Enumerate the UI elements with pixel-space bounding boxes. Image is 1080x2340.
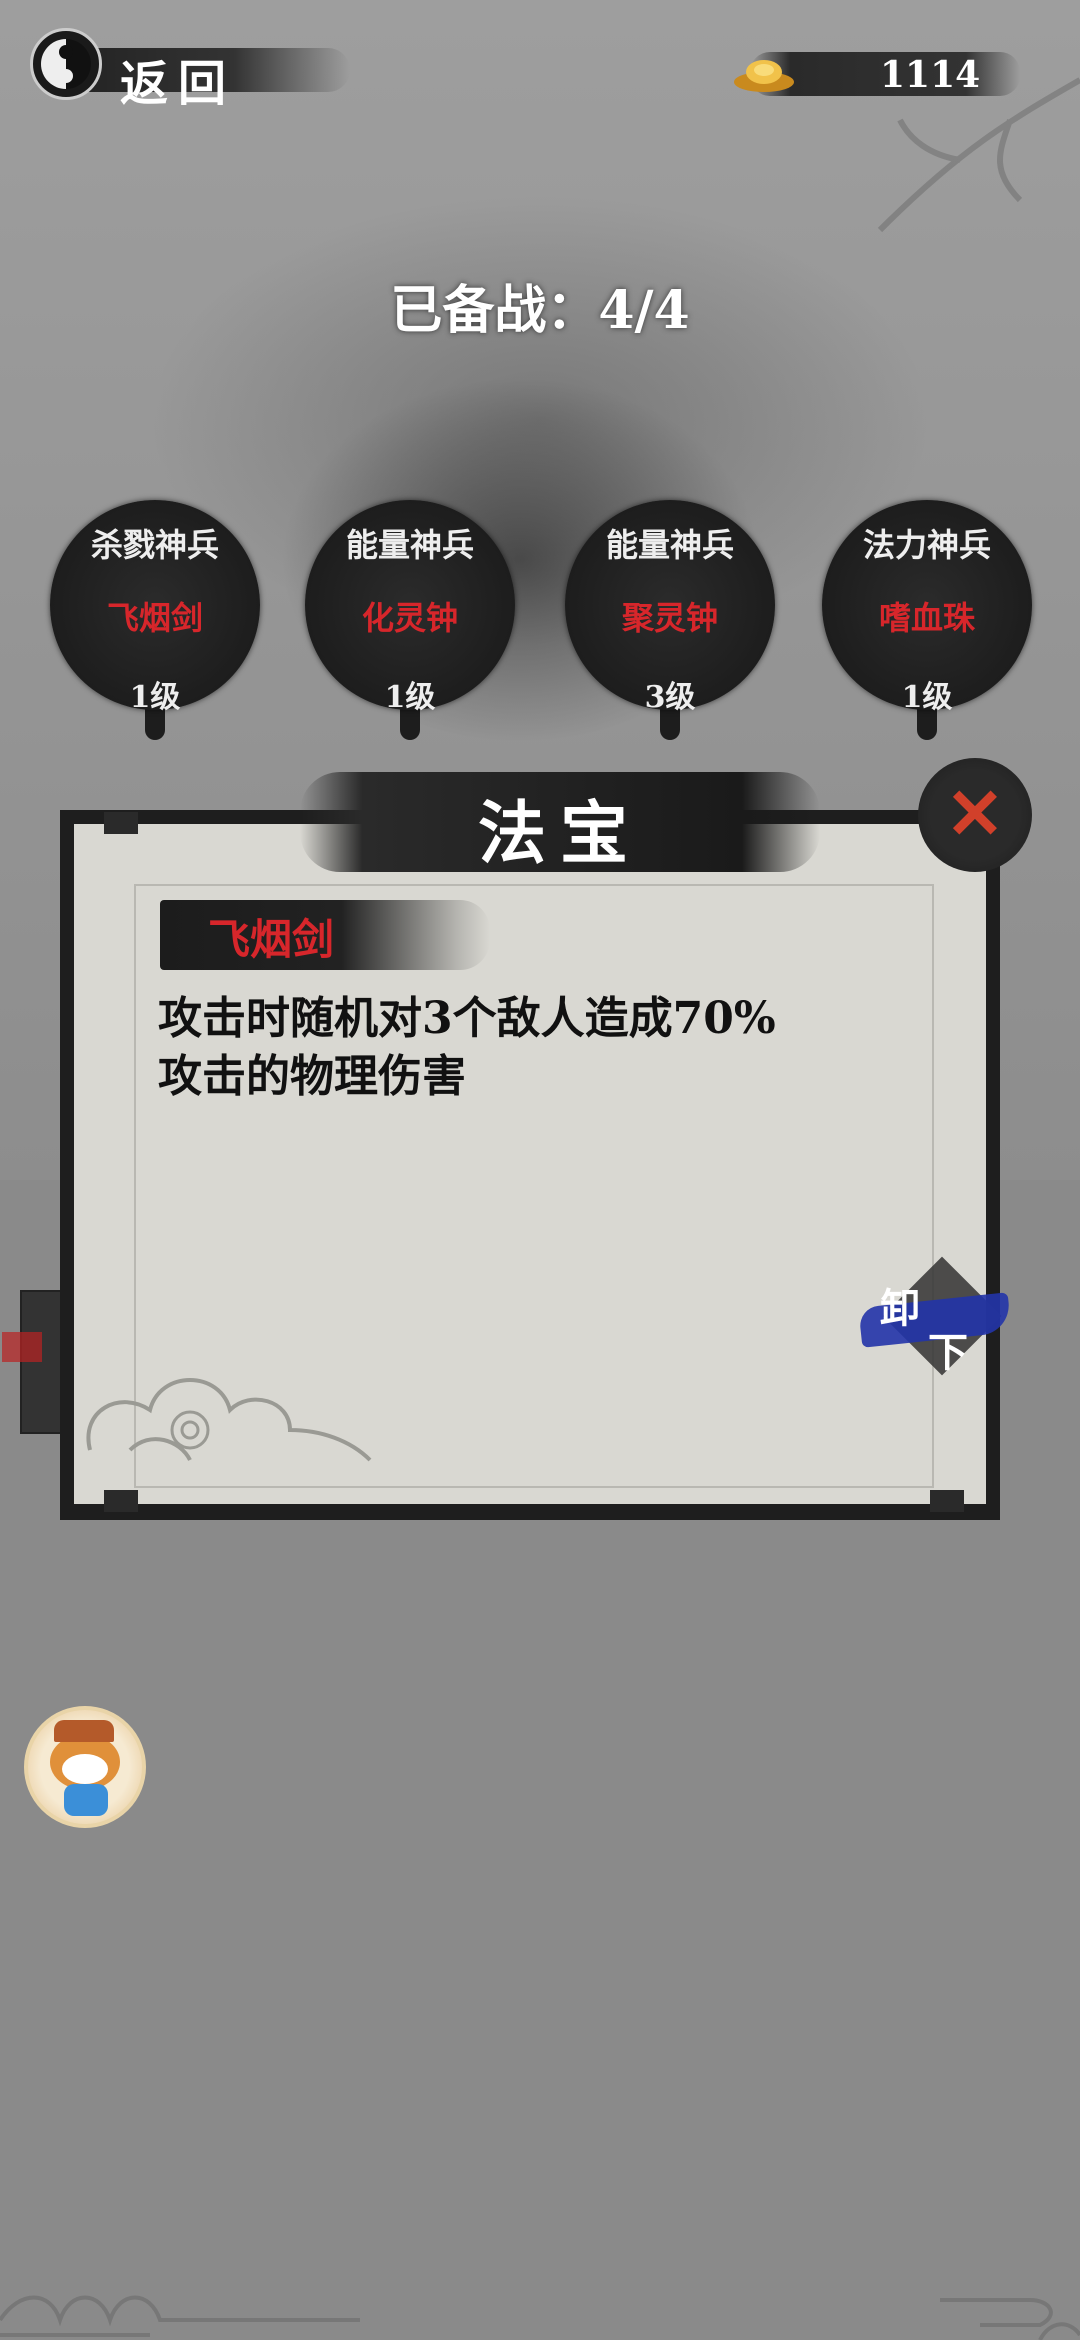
gold-count: 1114 <box>880 54 981 96</box>
weapon-slot-3[interactable]: 能量神兵 聚灵钟 3级 <box>565 500 775 740</box>
cloud-decoration <box>86 1378 372 1462</box>
item-name: 飞烟剑 <box>208 915 335 964</box>
slot-name: 聚灵钟 <box>621 599 718 637</box>
wave-decoration-right <box>940 2298 1080 2340</box>
slot-type: 杀戮神兵 <box>90 526 219 564</box>
dialog-title: 法宝 <box>477 794 642 874</box>
ready-status: 已备战：4/4 <box>390 280 690 341</box>
weapon-slot-2[interactable]: 能量神兵 化灵钟 1级 <box>305 500 515 740</box>
description-line-2: 攻击的物理伤害 <box>158 1051 466 1102</box>
close-button[interactable]: ✕ <box>910 750 1040 880</box>
slot-name: 化灵钟 <box>361 599 458 637</box>
gold-ingot-icon <box>734 60 794 92</box>
back-label: 返回 <box>120 56 237 112</box>
close-icon: ✕ <box>945 772 1005 855</box>
slot-type: 能量神兵 <box>345 526 474 564</box>
unequip-button[interactable]: 卸 下 <box>840 1256 1012 1390</box>
slot-type: 法力神兵 <box>862 526 991 564</box>
side-tab-mark <box>2 1332 42 1362</box>
description-line-1: 攻击时随机对3个敌人造成70% <box>158 993 776 1044</box>
slot-name: 嗜血珠 <box>878 599 975 637</box>
unequip-label-1: 卸 <box>880 1285 920 1332</box>
unequip-label-2: 下 <box>928 1329 968 1376</box>
weapon-slot-4[interactable]: 法力神兵 嗜血珠 1级 <box>822 500 1032 740</box>
wave-decoration-left <box>0 2295 360 2337</box>
slot-level: 1级 <box>384 680 436 715</box>
slot-name: 飞烟剑 <box>106 599 203 637</box>
back-button[interactable]: 返回 <box>30 28 350 112</box>
slot-type: 能量神兵 <box>605 526 734 564</box>
item-description: 攻击时随机对3个敌人造成70% 攻击的物理伤害 <box>158 990 958 1106</box>
gold-counter: 1114 <box>730 46 1030 102</box>
slot-level: 3级 <box>644 680 696 715</box>
slot-level: 1级 <box>129 680 181 715</box>
treasure-dialog: 法宝 飞烟剑 攻击时随机对3个敌人造成70% 攻击的物理伤害 卸 下 ✕ <box>60 758 1032 1520</box>
taiji-icon <box>30 28 102 100</box>
avatar-button[interactable] <box>24 1706 146 1828</box>
slot-level: 1级 <box>901 680 953 715</box>
weapon-slot-1[interactable]: 杀戮神兵 飞烟剑 1级 <box>50 500 260 740</box>
